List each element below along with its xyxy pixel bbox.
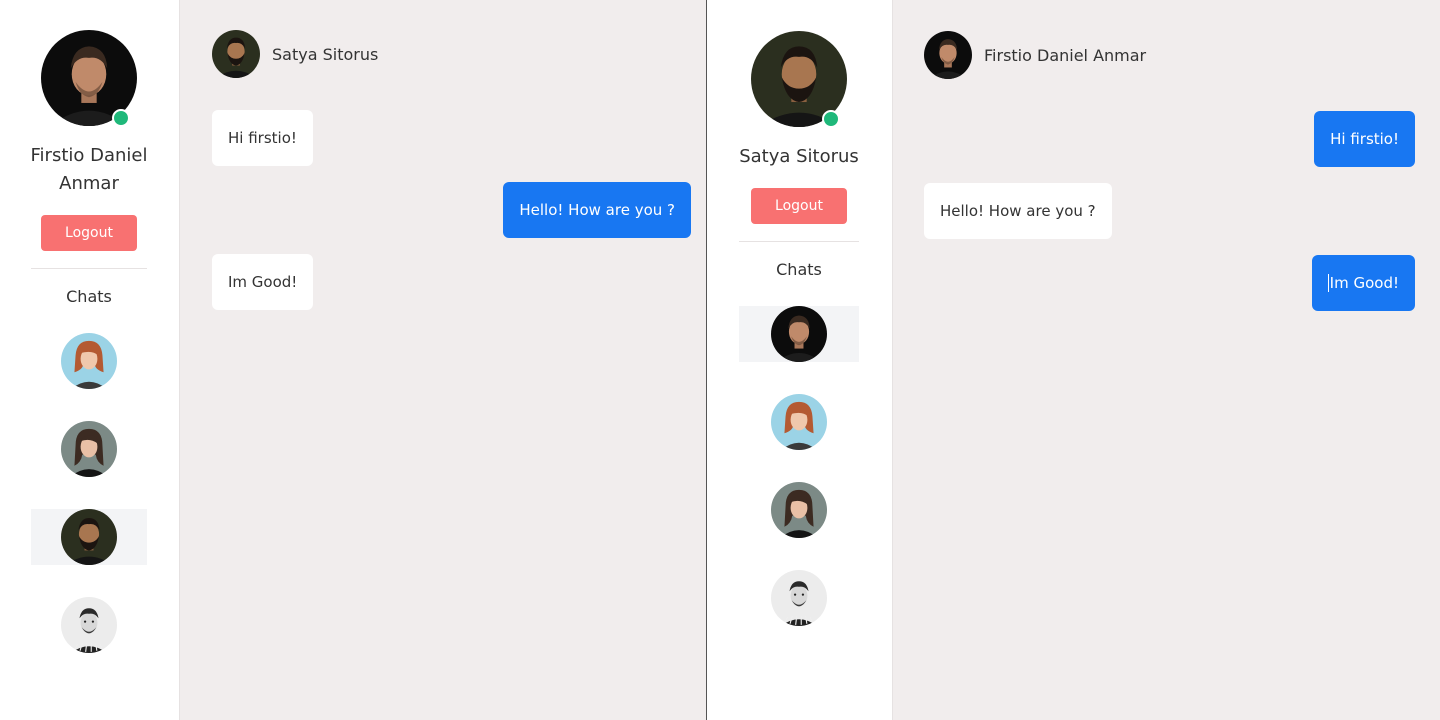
divider [739,241,859,242]
chat-contact-avatar [212,30,260,78]
contact-item-woman-red-hair[interactable] [31,333,147,389]
online-status-icon [112,109,130,127]
woman-dark-hair-avatar [61,421,117,477]
message-bubble-outgoing: Hi firstio! [1314,111,1415,167]
message-bubble-incoming: Im Good! [212,254,314,310]
woman-red-hair-avatar [61,333,117,389]
chat-window-right: Satya Sitorus Logout Chats Firstio Danie… [706,0,1440,720]
man-bw-avatar [771,570,827,626]
message-text: Im Good! [1329,274,1399,292]
logout-button[interactable]: Logout [751,188,847,224]
chat-panel: Satya Sitorus Hi firstio! Hello! How are… [180,0,706,720]
message-bubble-incoming: Hi firstio! [212,110,313,166]
sidebar: Satya Sitorus Logout Chats [707,0,893,720]
profile-name: Satya Sitorus [739,146,859,167]
contact-item-satya-sitorus[interactable] [31,509,147,565]
chats-label: Chats [66,287,112,306]
chat-contact-name: Firstio Daniel Anmar [984,45,1147,65]
man-bw-avatar [61,597,117,653]
message-bubble-outgoing: Im Good! [1311,255,1415,311]
logout-button[interactable]: Logout [41,215,137,251]
contact-item-man-bw[interactable] [739,570,859,626]
contact-item-firstio-daniel-anmar[interactable] [739,306,859,362]
profile-name: Firstio Daniel Anmar [30,145,148,194]
message-bubble-outgoing: Hello! How are you ? [503,182,691,238]
man-dark-avatar [771,306,827,362]
online-status-icon [822,110,840,128]
chat-header: Firstio Daniel Anmar [924,31,1146,79]
contact-item-man-bw[interactable] [31,597,147,653]
chat-window-left: Firstio Daniel Anmar Logout Chats Satya … [0,0,706,720]
contact-item-woman-dark-hair[interactable] [31,421,147,477]
chat-header: Satya Sitorus [212,30,378,78]
chats-label: Chats [776,260,822,279]
contact-item-woman-dark-hair[interactable] [739,482,859,538]
man-beard-avatar [61,509,117,565]
divider [31,268,147,269]
woman-red-hair-avatar [771,394,827,450]
text-cursor [1327,274,1329,292]
sidebar: Firstio Daniel Anmar Logout Chats [0,0,180,720]
chat-contact-avatar [924,31,972,79]
woman-dark-hair-avatar [771,482,827,538]
contact-item-woman-red-hair[interactable] [739,394,859,450]
chat-panel: Firstio Daniel Anmar Hi firstio! Hello! … [893,0,1440,720]
message-bubble-incoming: Hello! How are you ? [924,183,1112,239]
chat-contact-name: Satya Sitorus [272,44,379,64]
